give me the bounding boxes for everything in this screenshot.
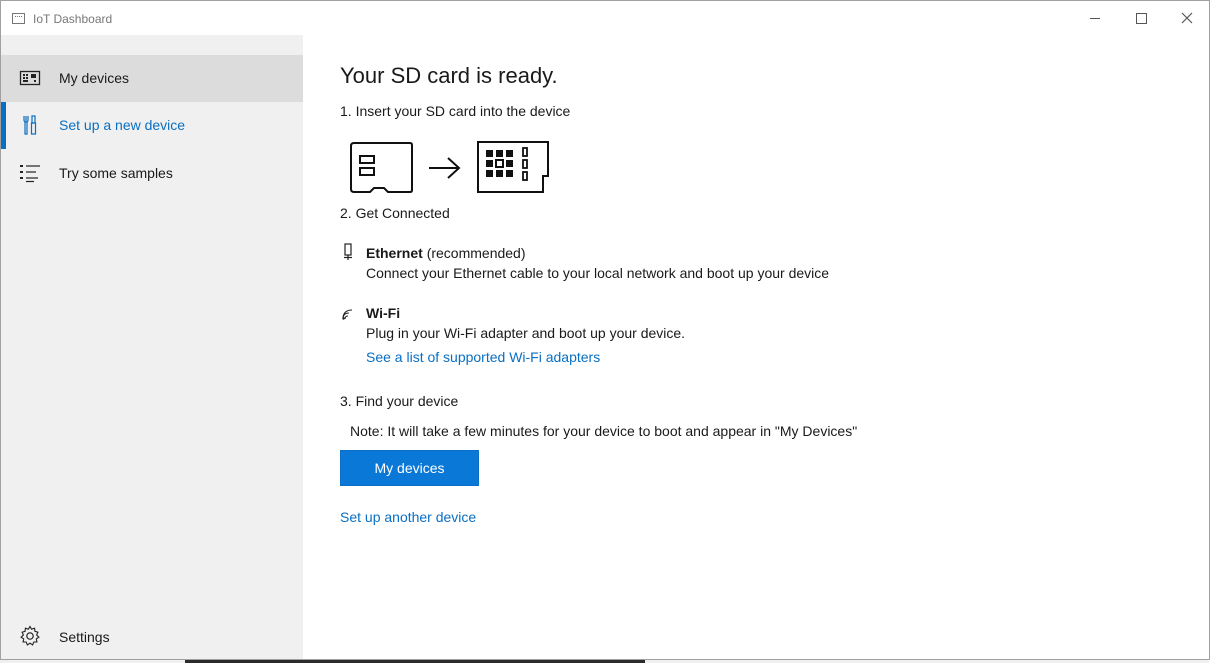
tools-icon [23, 115, 37, 135]
step-2-label: 2. Get Connected [340, 205, 450, 221]
sidebar: My devices Set up a new device Try some … [1, 35, 303, 659]
gear-icon [20, 625, 40, 646]
sidebar-item-label: Try some samples [59, 165, 173, 181]
set-up-another-device-link[interactable]: Set up another device [340, 509, 476, 525]
list-icon [20, 165, 40, 183]
wifi-name: Wi-Fi [366, 305, 401, 321]
boot-note: Note: It will take a few minutes for you… [350, 423, 858, 439]
sidebar-item-set-up-new-device[interactable]: Set up a new device [1, 102, 303, 149]
arrow-right-icon [429, 157, 461, 179]
sidebar-item-try-samples[interactable]: Try some samples [1, 150, 303, 197]
minimize-button[interactable] [1072, 1, 1118, 35]
ethernet-name: Ethernet [366, 245, 423, 261]
ethernet-title: Ethernet (recommended) [366, 245, 526, 261]
maximize-icon [1135, 12, 1147, 24]
sidebar-item-label: Set up a new device [59, 117, 186, 133]
ethernet-qualifier: (recommended) [426, 245, 526, 261]
page-title: Your SD card is ready. [340, 63, 558, 88]
device-board-icon [477, 141, 549, 193]
main-content: Your SD card is ready. 1. Insert your SD… [303, 35, 1209, 659]
wifi-description: Plug in your Wi-Fi adapter and boot up y… [366, 325, 686, 341]
window-title: IoT Dashboard [33, 12, 113, 26]
sidebar-item-my-devices[interactable]: My devices [1, 55, 303, 102]
wifi-icon [342, 309, 353, 320]
minimize-icon [1090, 17, 1100, 19]
my-devices-button[interactable]: My devices [340, 450, 479, 486]
sidebar-item-settings[interactable]: Settings [1, 617, 303, 657]
wifi-title: Wi-Fi [366, 305, 400, 321]
close-button[interactable] [1164, 1, 1209, 35]
ethernet-icon [344, 243, 352, 260]
close-icon [1181, 12, 1193, 24]
device-board-icon [19, 70, 41, 86]
ethernet-description: Connect your Ethernet cable to your loca… [366, 265, 830, 281]
sd-card-icon [350, 142, 413, 193]
app-window: IoT Dashboard My devices Set up a new de… [0, 0, 1210, 660]
maximize-button[interactable] [1118, 1, 1164, 35]
step-1-label: 1. Insert your SD card into the device [340, 103, 571, 119]
settings-label: Settings [59, 629, 110, 645]
step-3-label: 3. Find your device [340, 393, 459, 409]
sidebar-item-label: My devices [59, 70, 130, 86]
app-icon [12, 13, 25, 24]
supported-wifi-adapters-link[interactable]: See a list of supported Wi-Fi adapters [366, 349, 600, 365]
sd-card-to-device-illustration [350, 141, 549, 193]
title-bar[interactable]: IoT Dashboard [1, 1, 1209, 35]
